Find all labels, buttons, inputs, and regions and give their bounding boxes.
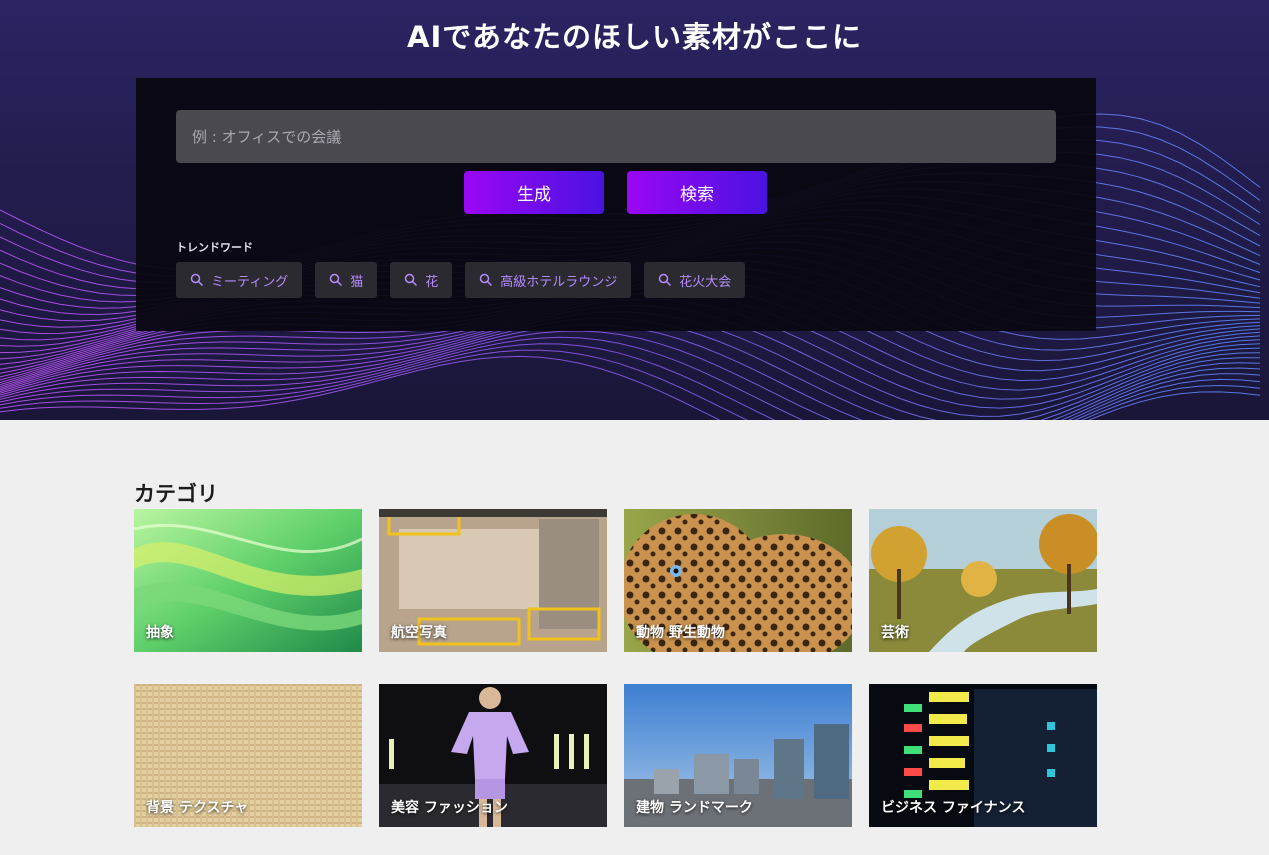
- category-tile-aerial[interactable]: 航空写真: [379, 509, 607, 652]
- trend-chip[interactable]: 花火大会: [644, 262, 746, 298]
- category-tile-label: 動物 野生動物: [636, 625, 725, 641]
- category-tile-finance[interactable]: ビジネス ファイナンス: [869, 684, 1097, 827]
- trend-chip-label: ミーティング: [211, 274, 289, 290]
- search-icon: [190, 273, 204, 287]
- trend-chip-label: 猫: [350, 274, 364, 290]
- category-tile-label: 芸術: [881, 625, 909, 641]
- category-tile-art[interactable]: 芸術: [869, 509, 1097, 652]
- hero-title: AIであなたのほしい素材がここに: [407, 20, 862, 54]
- trend-words-label: トレンドワード: [176, 241, 253, 254]
- trend-chip[interactable]: 花: [390, 262, 453, 298]
- trend-chip-label: 高級ホテルラウンジ: [500, 274, 618, 290]
- search-icon: [405, 273, 418, 287]
- search-button[interactable]: 検索: [627, 171, 767, 214]
- trend-chip[interactable]: 猫: [315, 262, 378, 298]
- category-tile-wildlife[interactable]: 動物 野生動物: [624, 509, 852, 652]
- category-tile-label: 抽象: [146, 625, 174, 641]
- search-icon: [659, 273, 672, 287]
- category-tile-texture[interactable]: 背景 テクスチャ: [134, 684, 362, 827]
- category-heading: カテゴリ: [134, 482, 218, 506]
- trend-chip[interactable]: ミーティング: [176, 262, 303, 298]
- category-tile-label: 背景 テクスチャ: [146, 800, 249, 816]
- trend-chip-label: 花火大会: [679, 274, 732, 290]
- category-tile-landmark[interactable]: 建物 ランドマーク: [624, 684, 852, 827]
- generate-button[interactable]: 生成: [464, 171, 604, 214]
- category-tile-label: ビジネス ファイナンス: [881, 800, 1026, 816]
- category-tile-fashion[interactable]: 美容 ファッション: [379, 684, 607, 827]
- category-tile-label: 航空写真: [391, 625, 447, 641]
- category-tile-abstract[interactable]: 抽象: [134, 509, 362, 652]
- trend-word-list: ミーティング 猫 花 高級ホテルラウンジ 花火大会: [176, 262, 746, 298]
- search-icon: [480, 273, 493, 287]
- category-tile-label: 建物 ランドマーク: [636, 800, 753, 816]
- search-panel: 生成 検索 トレンドワード ミーティング 猫 花 高級ホテルラウンジ 花火大: [136, 78, 1096, 331]
- trend-chip-label: 花: [425, 274, 439, 290]
- trend-chip[interactable]: 高級ホテルラウンジ: [465, 262, 632, 298]
- hero-section: AIであなたのほしい素材がここに 生成 検索 トレンドワード ミーティング 猫 …: [0, 0, 1269, 420]
- search-input[interactable]: [176, 110, 1056, 163]
- category-tile-label: 美容 ファッション: [391, 800, 508, 816]
- search-icon: [329, 273, 343, 287]
